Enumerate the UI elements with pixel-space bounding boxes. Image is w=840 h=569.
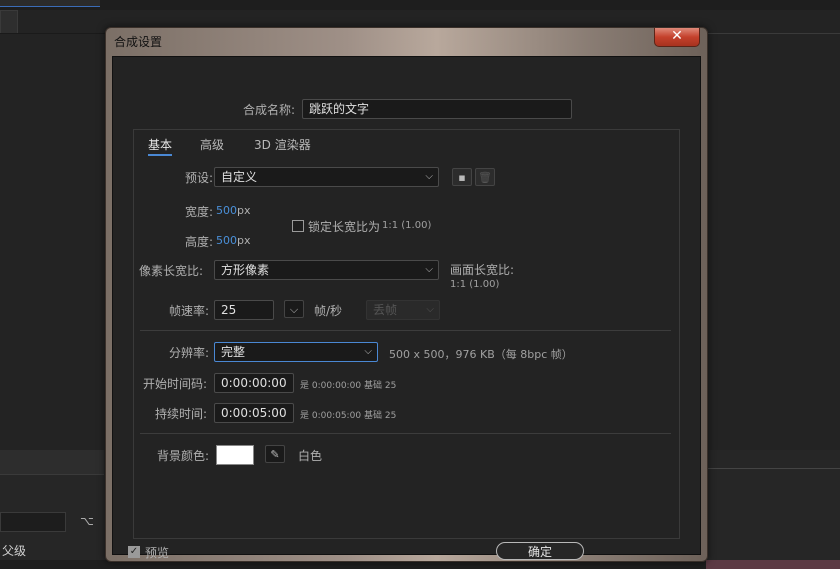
width-label: 宽度: — [185, 205, 214, 219]
resolution-value: 完整 — [221, 345, 246, 359]
height-unit: px — [237, 234, 251, 247]
section-divider — [140, 433, 671, 434]
frame-rate-input[interactable]: 25 — [214, 300, 274, 320]
bg-color-label: 背景颜色: — [157, 449, 210, 463]
timeline-layer-bar — [706, 560, 840, 569]
save-icon: ▪ — [458, 171, 466, 184]
dialog-titlebar[interactable]: 合成设置 ✕ — [106, 28, 707, 54]
pixel-aspect-label: 像素长宽比: — [139, 264, 204, 278]
tab-3d-renderer[interactable]: 3D 渲染器 — [254, 136, 311, 153]
start-timecode-label: 开始时间码: — [143, 377, 208, 391]
chevron-down-icon: ⌵ — [425, 171, 433, 182]
tab-basic[interactable]: 基本 — [148, 136, 173, 156]
app-divider-right — [706, 33, 840, 34]
preset-label: 预设: — [185, 171, 214, 185]
resolution-info: 500 x 500，976 KB（每 8bpc 帧） — [389, 348, 573, 361]
tab-advanced[interactable]: 高级 — [200, 136, 224, 153]
dialog-title: 合成设置 — [114, 35, 163, 49]
drop-frame-value: 丢帧 — [373, 303, 398, 317]
drop-frame-select: 丢帧 ⌵ — [366, 300, 440, 320]
frame-rate-label: 帧速率: — [169, 304, 210, 318]
parent-column-header: 父级 — [2, 544, 27, 558]
preview-checkbox[interactable]: ✓ — [128, 546, 140, 558]
lock-aspect-checkbox[interactable] — [292, 220, 304, 232]
ok-button[interactable]: 确定 — [496, 542, 584, 560]
close-icon: ✕ — [671, 28, 683, 44]
settings-tab-panel: 基本 高级 3D 渲染器 — [133, 129, 680, 539]
duration-input[interactable]: 0:00:05:00 — [214, 403, 294, 423]
dialog-body: 合成名称: 跳跃的文字 基本 高级 3D 渲染器 预设: 自定义 ⌵ ▪ 🗑 宽… — [112, 56, 701, 560]
chevron-down-icon: ⌵ — [426, 304, 434, 315]
chevron-down-icon: ⌵ — [289, 303, 299, 316]
app-active-tab[interactable] — [0, 0, 100, 7]
bg-color-name: 白色 — [298, 449, 323, 463]
frame-aspect-label: 画面长宽比: — [450, 263, 515, 277]
lock-aspect-label: 锁定长宽比为 — [308, 220, 381, 234]
comp-name-label: 合成名称: — [243, 103, 296, 117]
timeline-search-input[interactable] — [0, 512, 66, 532]
eyedropper-icon: ✎ — [270, 448, 280, 461]
timeline-ruler — [706, 468, 840, 469]
check-icon: ✓ — [129, 546, 139, 557]
composition-settings-dialog: 合成设置 ✕ 合成名称: 跳跃的文字 基本 高级 3D 渲染器 预设: 自定义 … — [105, 27, 708, 562]
resolution-select[interactable]: 完整 ⌵ — [214, 342, 378, 362]
bg-color-swatch[interactable] — [216, 445, 254, 465]
lock-aspect-value: 1:1 (1.00) — [382, 220, 432, 231]
start-timecode-input[interactable]: 0:00:00:00 — [214, 373, 294, 393]
delete-preset-button[interactable]: 🗑 — [475, 168, 495, 186]
width-value[interactable]: 500 — [216, 204, 237, 217]
start-timecode-info: 是 0:00:00:00 — [300, 381, 362, 391]
preview-label: 预览 — [145, 546, 170, 560]
section-divider — [140, 330, 671, 331]
save-preset-button[interactable]: ▪ — [452, 168, 472, 186]
chevron-down-icon: ⌵ — [425, 264, 433, 275]
preset-select[interactable]: 自定义 ⌵ — [214, 167, 439, 187]
frame-aspect-value: 1:1 (1.00) — [450, 279, 500, 290]
app-panel-button[interactable] — [0, 10, 18, 34]
trash-icon: 🗑 — [478, 171, 492, 184]
width-unit: px — [237, 204, 251, 217]
close-button[interactable]: ✕ — [654, 28, 700, 47]
height-label: 高度: — [185, 235, 214, 249]
chevron-down-icon: ⌵ — [364, 346, 372, 357]
height-value[interactable]: 500 — [216, 234, 237, 247]
resolution-label: 分辨率: — [169, 346, 210, 360]
comp-name-input[interactable]: 跳跃的文字 — [302, 99, 572, 119]
duration-label: 持续时间: — [155, 407, 208, 421]
start-timecode-base: 基础 25 — [364, 381, 397, 391]
duration-info: 是 0:00:05:00 — [300, 411, 362, 421]
duration-base: 基础 25 — [364, 411, 397, 421]
timeline-toolbar — [0, 450, 104, 475]
hierarchy-icon[interactable]: ⌥ — [80, 514, 94, 528]
app-top-bar — [0, 0, 840, 10]
preset-value: 自定义 — [221, 170, 258, 184]
pixel-aspect-select[interactable]: 方形像素 ⌵ — [214, 260, 439, 280]
frame-rate-dropdown[interactable]: ⌵ — [284, 300, 304, 318]
pixel-aspect-value: 方形像素 — [221, 263, 270, 277]
eyedropper-button[interactable]: ✎ — [265, 445, 285, 463]
frame-rate-unit: 帧/秒 — [314, 304, 343, 318]
